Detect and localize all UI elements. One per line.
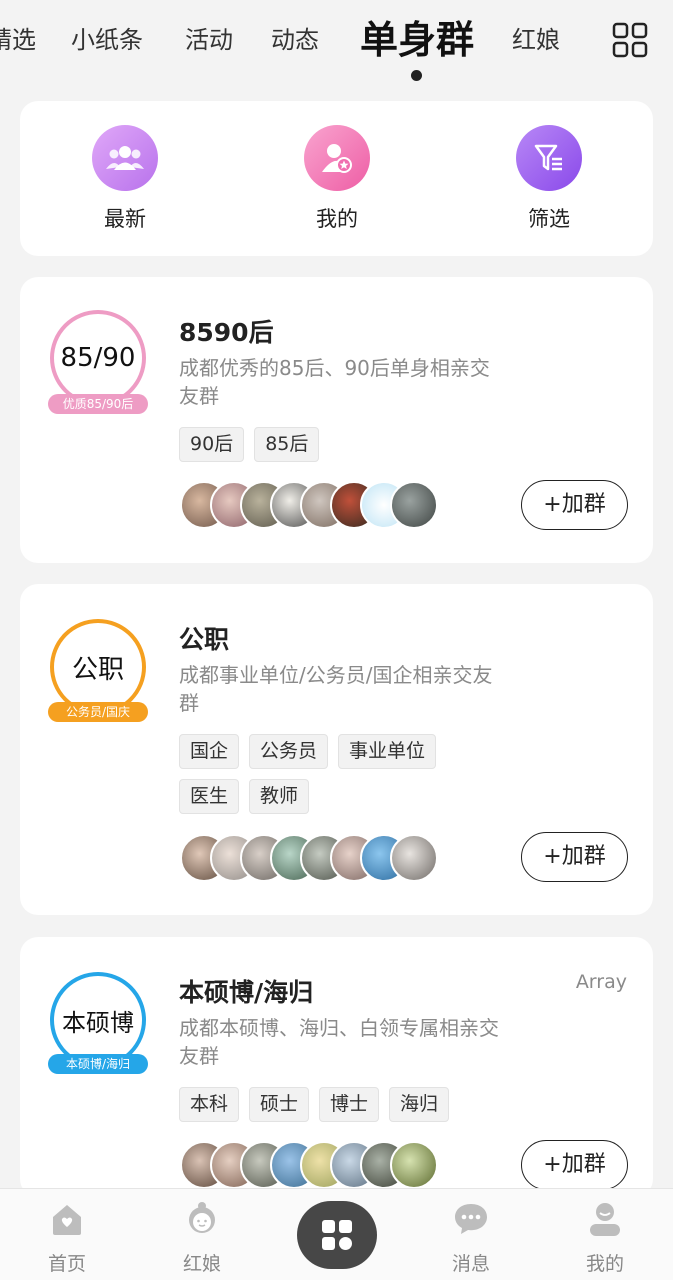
group-tags: 90后 85后 xyxy=(179,427,479,462)
active-tab-indicator xyxy=(411,70,422,81)
group-badge-tag: 优质85/90后 xyxy=(48,394,148,414)
avatar xyxy=(390,834,438,882)
quick-actions-card: 最新 我的 筛选 xyxy=(20,101,653,256)
group-icon xyxy=(92,125,158,191)
quick-filter[interactable]: 筛选 xyxy=(504,125,594,233)
group-description: 成都优秀的85后、90后单身相亲交友群 xyxy=(179,356,490,408)
group-title: 公职 xyxy=(179,625,230,654)
nav-home[interactable]: 首页 xyxy=(27,1201,107,1276)
group-badge-tag: 本硕博/海归 xyxy=(48,1054,148,1074)
top-tab-bar: 精选 小纸条 活动 动态 单身群 红娘 xyxy=(0,0,673,92)
tab-singles-group[interactable]: 单身群 xyxy=(360,14,474,66)
tab-notes[interactable]: 小纸条 xyxy=(71,22,143,58)
group-tag: 85后 xyxy=(254,427,320,462)
member-avatars xyxy=(180,834,438,882)
group-tag: 本科 xyxy=(179,1087,240,1122)
member-avatars xyxy=(180,481,438,529)
group-description: 成都本硕博、海归、白领专属相亲交友群 xyxy=(179,1016,499,1068)
group-badge: 公职 xyxy=(50,619,146,715)
nav-profile-label: 我的 xyxy=(585,1253,624,1275)
group-title: 本硕博/海归 xyxy=(179,978,314,1007)
apps-icon xyxy=(322,1220,352,1250)
quick-latest[interactable]: 最新 xyxy=(80,125,170,233)
nav-home-label: 首页 xyxy=(47,1253,86,1275)
user-star-icon xyxy=(304,125,370,191)
chat-icon xyxy=(455,1204,487,1234)
bottom-nav: 首页 红娘 消息 我的 xyxy=(0,1188,673,1280)
tab-clip: 精选 xyxy=(0,0,40,92)
tab-matchmaker[interactable]: 红娘 xyxy=(512,22,560,58)
group-tag: 90后 xyxy=(179,427,245,462)
group-description: 成都事业单位/公务员/国企相亲交友群 xyxy=(179,663,493,715)
join-group-button[interactable]: +加群 xyxy=(521,480,628,530)
tab-events[interactable]: 活动 xyxy=(185,22,233,58)
quick-filter-label: 筛选 xyxy=(528,207,570,231)
join-group-button[interactable]: +加群 xyxy=(521,1140,628,1190)
group-tag: 事业单位 xyxy=(338,734,437,769)
quick-latest-label: 最新 xyxy=(104,207,146,231)
tab-featured[interactable]: 精选 xyxy=(0,22,36,58)
group-card[interactable]: 本硕博 本硕博/海归 本硕博/海归 Array 成都本硕博、海归、白领专属相亲交… xyxy=(20,937,653,1197)
nav-messages-label: 消息 xyxy=(451,1253,490,1275)
group-tag: 国企 xyxy=(179,734,240,769)
group-tag: 医生 xyxy=(179,779,240,814)
group-title: 8590后 xyxy=(179,318,274,347)
avatar xyxy=(390,481,438,529)
profile-icon xyxy=(590,1203,620,1236)
matchmaker-icon xyxy=(189,1202,215,1233)
group-tags: 本科 硕士 博士 海归 xyxy=(179,1087,479,1122)
quick-mine[interactable]: 我的 xyxy=(292,125,382,233)
apps-center-button[interactable] xyxy=(297,1201,377,1269)
group-tag: 公务员 xyxy=(249,734,329,769)
group-tag: 教师 xyxy=(249,779,310,814)
nav-profile[interactable]: 我的 xyxy=(565,1201,645,1276)
member-avatars xyxy=(180,1141,438,1189)
group-card[interactable]: 85/90 优质85/90后 8590后 成都优秀的85后、90后单身相亲交友群… xyxy=(20,277,653,563)
group-extra-text: Array xyxy=(575,971,627,993)
group-tag: 海归 xyxy=(389,1087,450,1122)
group-tags: 国企 公务员 事业单位 医生 教师 xyxy=(179,734,479,814)
nav-messages[interactable]: 消息 xyxy=(431,1201,511,1276)
group-tag: 硕士 xyxy=(249,1087,310,1122)
group-card[interactable]: 公职 公务员/国庆 公职 成都事业单位/公务员/国企相亲交友群 国企 公务员 事… xyxy=(20,584,653,915)
nav-matchmaker[interactable]: 红娘 xyxy=(162,1201,242,1276)
filter-icon xyxy=(516,125,582,191)
group-tag: 博士 xyxy=(319,1087,380,1122)
nav-matchmaker-label: 红娘 xyxy=(182,1253,221,1275)
home-icon xyxy=(53,1205,81,1235)
quick-mine-label: 我的 xyxy=(316,207,358,231)
grid-menu-icon[interactable] xyxy=(612,22,648,58)
group-badge: 85/90 xyxy=(50,310,146,406)
avatar xyxy=(390,1141,438,1189)
join-group-button[interactable]: +加群 xyxy=(521,832,628,882)
group-badge-tag: 公务员/国庆 xyxy=(48,702,148,722)
tab-moments[interactable]: 动态 xyxy=(271,22,319,58)
